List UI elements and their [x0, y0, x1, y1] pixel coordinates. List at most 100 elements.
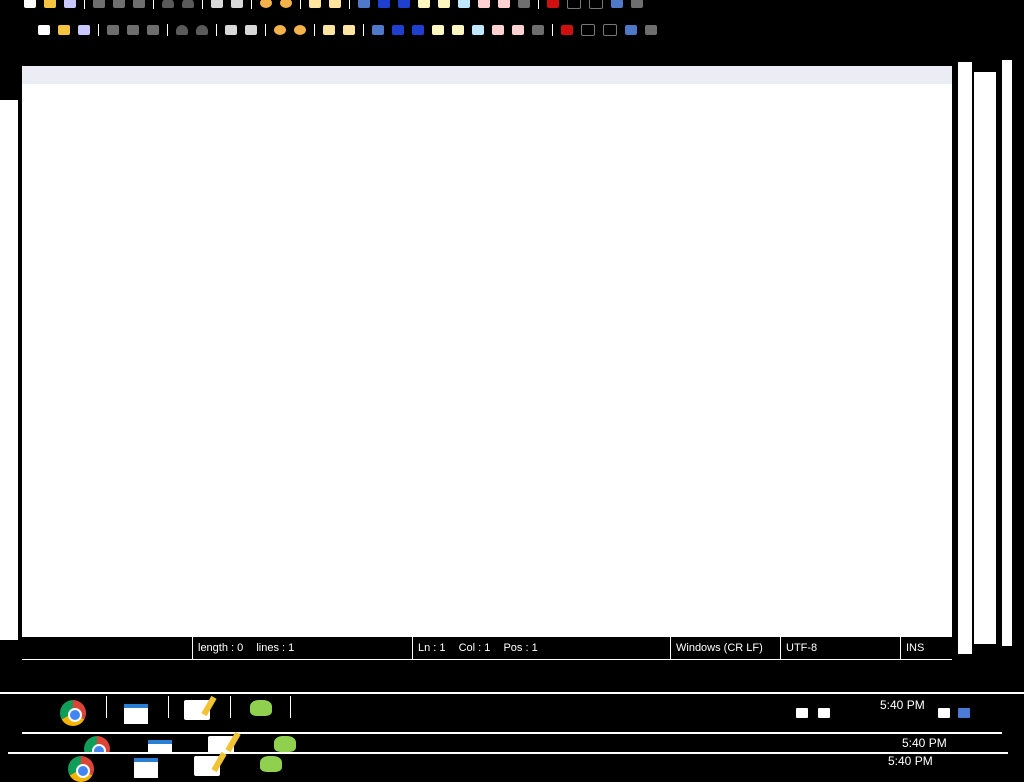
new-file-icon[interactable]	[38, 25, 50, 35]
main-toolbar	[34, 23, 661, 37]
toolbar-separator	[98, 24, 99, 36]
undo-icon[interactable]	[162, 0, 174, 8]
copy-icon[interactable]	[133, 0, 145, 8]
ghost-window-echo-3	[0, 100, 18, 640]
status-lines: lines : 1	[256, 642, 295, 654]
indent-guide-icon[interactable]	[412, 25, 424, 35]
misc-icon[interactable]	[532, 25, 544, 35]
cut-icon[interactable]	[113, 0, 125, 8]
notepad-plus-plus-icon	[260, 756, 282, 772]
taskbar-clock[interactable]: 5:40 PM	[880, 698, 925, 712]
all-characters-icon[interactable]	[378, 0, 390, 8]
file-explorer-icon[interactable]	[124, 704, 148, 724]
run-macro-multiple-icon[interactable]	[625, 25, 637, 35]
redo-icon[interactable]	[196, 25, 208, 35]
run-macro-multiple-icon[interactable]	[611, 0, 623, 8]
vertical-scrollbar[interactable]	[956, 62, 972, 654]
stop-macro-icon[interactable]	[567, 0, 581, 9]
all-characters-icon[interactable]	[392, 25, 404, 35]
ghost-window-echo-1	[974, 72, 996, 644]
toolbar-separator	[202, 0, 203, 9]
tab-bar	[22, 66, 952, 84]
replace-icon[interactable]	[245, 25, 257, 35]
toolbar-separator	[153, 0, 154, 9]
stop-macro-icon[interactable]	[581, 24, 595, 36]
status-length-lines: length : 0 lines : 1	[192, 637, 412, 659]
indent-guide-icon[interactable]	[398, 0, 410, 8]
sync-vertical-icon[interactable]	[309, 0, 321, 8]
replace-icon[interactable]	[231, 0, 243, 8]
toolbar-separator	[538, 0, 539, 9]
volume-icon[interactable]	[818, 708, 830, 718]
taskbar-separator	[168, 696, 169, 718]
play-macro-icon[interactable]	[589, 0, 603, 9]
editor-window	[22, 66, 955, 656]
status-eol[interactable]: Windows (CR LF)	[670, 637, 780, 659]
word-wrap-icon[interactable]	[358, 0, 370, 8]
status-insert-mode[interactable]: INS	[900, 637, 952, 659]
status-ln: Ln : 1	[418, 642, 446, 654]
find-icon[interactable]	[211, 0, 223, 8]
open-file-icon[interactable]	[44, 0, 56, 8]
toolbar-separator	[552, 24, 553, 36]
notepad-plus-plus-icon[interactable]	[250, 700, 272, 716]
sync-horizontal-icon[interactable]	[329, 0, 341, 8]
file-explorer-icon	[134, 758, 158, 778]
monitoring-icon[interactable]	[498, 0, 510, 8]
toolbar-separator	[251, 0, 252, 9]
save-macro-icon[interactable]	[645, 25, 657, 35]
play-macro-icon[interactable]	[603, 24, 617, 36]
toolbar-separator	[300, 0, 301, 9]
language-icon[interactable]	[418, 0, 430, 8]
sync-horizontal-icon[interactable]	[343, 25, 355, 35]
print-icon[interactable]	[93, 0, 105, 8]
network-icon[interactable]	[796, 708, 808, 718]
sync-vertical-icon[interactable]	[323, 25, 335, 35]
notification-icon[interactable]	[938, 708, 950, 718]
zoom-in-icon[interactable]	[260, 0, 272, 8]
text-editor-area[interactable]	[22, 84, 952, 632]
redo-icon[interactable]	[182, 0, 194, 8]
toolbar-separator	[363, 24, 364, 36]
monitoring-icon[interactable]	[512, 25, 524, 35]
chrome-icon	[68, 756, 94, 782]
save-icon[interactable]	[64, 0, 76, 8]
toolbar-separator	[167, 24, 168, 36]
save-icon[interactable]	[78, 25, 90, 35]
undo-icon[interactable]	[176, 25, 188, 35]
copy-icon[interactable]	[147, 25, 159, 35]
taskbar-echo-2: 5:40 PM	[8, 752, 1008, 782]
doc-map-icon[interactable]	[452, 25, 464, 35]
toolbar-separator	[265, 24, 266, 36]
notepad-icon[interactable]	[184, 700, 210, 720]
zoom-out-icon[interactable]	[280, 0, 292, 8]
print-icon[interactable]	[107, 25, 119, 35]
function-list-icon[interactable]	[472, 25, 484, 35]
save-macro-icon[interactable]	[631, 0, 643, 8]
status-encoding[interactable]: UTF-8	[780, 637, 900, 659]
language-icon[interactable]	[432, 25, 444, 35]
folder-workspace-icon[interactable]	[492, 25, 504, 35]
record-macro-icon[interactable]	[547, 0, 559, 8]
doc-map-icon[interactable]	[438, 0, 450, 8]
new-file-icon[interactable]	[24, 0, 36, 8]
word-wrap-icon[interactable]	[372, 25, 384, 35]
record-macro-icon[interactable]	[561, 25, 573, 35]
zoom-in-icon[interactable]	[274, 25, 286, 35]
show-desktop-icon[interactable]	[958, 708, 970, 718]
toolbar-separator	[216, 24, 217, 36]
status-cursor-position: Ln : 1 Col : 1 Pos : 1	[412, 637, 670, 659]
zoom-out-icon[interactable]	[294, 25, 306, 35]
cut-icon[interactable]	[127, 25, 139, 35]
chrome-icon[interactable]	[60, 700, 86, 726]
taskbar-separator	[290, 696, 291, 718]
find-icon[interactable]	[225, 25, 237, 35]
toolbar-echo	[20, 0, 647, 10]
misc-icon[interactable]	[518, 0, 530, 8]
taskbar-separator	[230, 696, 231, 718]
folder-workspace-icon[interactable]	[478, 0, 490, 8]
open-file-icon[interactable]	[58, 25, 70, 35]
function-list-icon[interactable]	[458, 0, 470, 8]
status-bar: length : 0 lines : 1 Ln : 1 Col : 1 Pos …	[22, 636, 952, 660]
notepad-icon	[194, 756, 220, 776]
